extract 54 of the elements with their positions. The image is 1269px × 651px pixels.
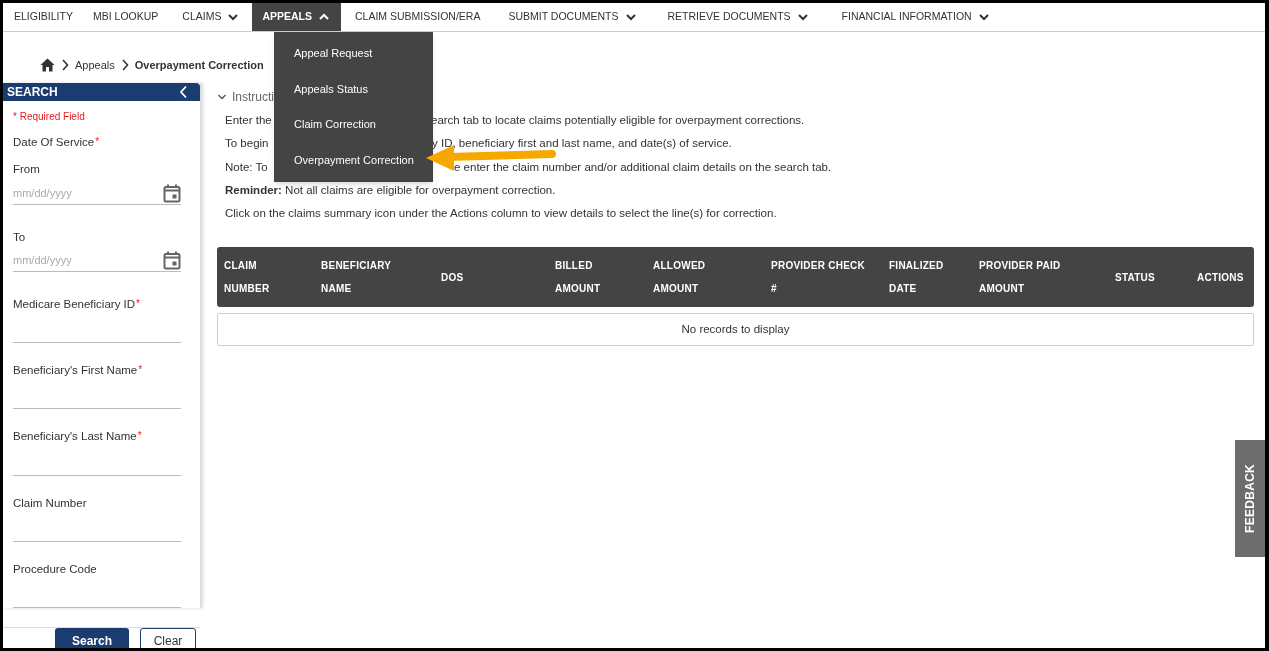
section-title[interactable]: Instructi <box>232 88 274 106</box>
nav-tab[interactable]: ELIGIBILITY <box>6 3 81 31</box>
menu-item[interactable]: Overpayment Correction <box>274 142 416 178</box>
nav-tab[interactable]: RETRIEVE DOCUMENTS <box>651 3 826 31</box>
instruction-text: Click on the claims summary icon under the Actions column to view details to select the line(s) for correction. <box>225 206 777 222</box>
nav-tab[interactable]: FINANCIAL INFORMATION <box>825 3 1007 31</box>
date-field[interactable]: mm/dd/yyyy <box>13 184 163 202</box>
instruction-text: e enter the claim number and/or additional claim details on the search tab. <box>454 159 832 175</box>
feedback-tab[interactable]: FEEDBACK <box>1235 440 1265 557</box>
instruction-text: Enter the <box>225 113 272 128</box>
column-header[interactable]: ACTIONS <box>1197 266 1247 289</box>
field-label: Beneficiary's Last Name* <box>13 429 143 445</box>
calendar-icon <box>163 183 181 203</box>
date-field[interactable]: mm/dd/yyyy <box>13 252 163 269</box>
column-header[interactable]: DOS <box>441 266 555 289</box>
field-label: Medicare Beneficiary ID* <box>13 296 141 312</box>
column-header[interactable]: CLAIM NUMBER <box>224 254 321 301</box>
field-label: Claim Number <box>13 495 88 511</box>
instruction-text: To begin <box>225 136 269 152</box>
menu-item[interactable]: Claim Correction <box>274 107 378 143</box>
breadcrumb-link[interactable]: Appeals <box>75 56 115 74</box>
home-icon <box>40 58 55 72</box>
chevron-right-icon <box>61 59 69 71</box>
nav-tab[interactable]: APPEALS <box>252 3 341 31</box>
calendar-icon <box>163 250 181 270</box>
column-header[interactable]: STATUS <box>1115 266 1197 289</box>
column-header[interactable]: BILLED AMOUNT <box>555 254 653 301</box>
clear-button[interactable]: Clear <box>140 628 196 648</box>
field-label: Date Of Service* <box>13 135 101 150</box>
column-header[interactable]: ALLOWED AMOUNT <box>653 254 771 301</box>
nav-tab[interactable]: SUBMIT DOCUMENTS <box>494 3 652 31</box>
field-label: To <box>13 229 27 245</box>
search-button[interactable]: Search <box>55 628 129 648</box>
chevron-left-icon <box>179 85 188 99</box>
nav-tab[interactable]: CLAIM SUBMISSION/ERA <box>341 3 495 31</box>
collapse-button[interactable] <box>179 85 188 99</box>
required-note: * Required Field <box>13 110 86 124</box>
empty-message: No records to display <box>217 313 1254 347</box>
instruction-text: Reminder: Not all claims are eligible for overpayment correction. <box>225 182 556 198</box>
field-label: From <box>13 162 41 178</box>
field-label: Procedure Code <box>13 561 98 577</box>
menu-item[interactable]: Appeal Request <box>274 36 375 72</box>
nav-tab[interactable]: CLAIMS <box>170 3 253 31</box>
field-label: Beneficiary's First Name* <box>13 363 144 378</box>
nav-tab[interactable]: MBI LOOKUP <box>80 3 171 31</box>
menu-item[interactable]: Appeals Status <box>274 71 370 107</box>
column-header[interactable]: PROVIDER CHECK # <box>771 254 889 301</box>
chevron-right-icon <box>120 59 129 71</box>
column-header[interactable]: FINALIZED DATE <box>889 254 979 301</box>
panel-title: SEARCH <box>7 84 58 101</box>
column-header[interactable]: BENEFICIARY NAME <box>321 254 441 301</box>
breadcrumb-link[interactable]: Overpayment Correction <box>134 56 264 74</box>
instruction-text: Note: To <box>225 159 268 175</box>
column-header[interactable]: PROVIDER PAID AMOUNT <box>979 254 1115 301</box>
